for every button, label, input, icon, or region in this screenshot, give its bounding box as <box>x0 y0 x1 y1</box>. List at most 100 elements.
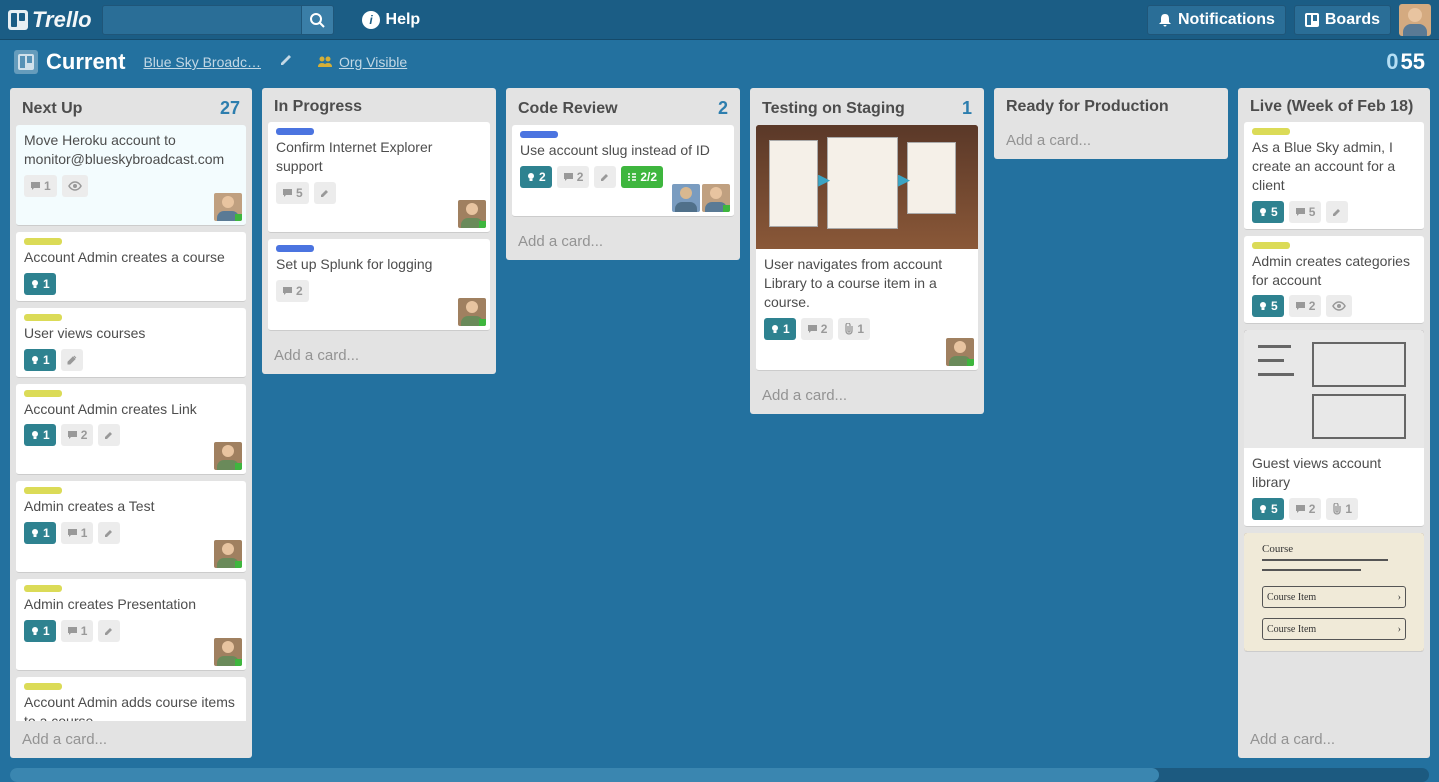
label-yellow <box>24 238 62 245</box>
list-header[interactable]: Live (Week of Feb 18) <box>1238 88 1430 122</box>
bulb-icon <box>30 528 40 538</box>
member-avatar[interactable] <box>672 184 700 212</box>
card[interactable]: Set up Splunk for logging 2 <box>268 239 490 331</box>
help-link[interactable]: i Help <box>362 11 421 29</box>
list-header[interactable]: Code Review 2 <box>506 88 740 125</box>
card-title: Use account slug instead of ID <box>520 141 726 160</box>
comment-badge: 1 <box>61 620 94 642</box>
boards-button[interactable]: Boards <box>1294 5 1391 35</box>
bulb-icon <box>1258 301 1268 311</box>
card[interactable]: Account Admin creates a course 1 <box>16 232 246 302</box>
list-title: Ready for Production <box>1006 98 1169 116</box>
card-title: Account Admin creates Link <box>24 400 238 419</box>
card[interactable]: Confirm Internet Explorer support 5 <box>268 122 490 233</box>
list-cards: User navigates from account Library to a… <box>750 125 984 377</box>
list-title: In Progress <box>274 98 362 116</box>
member-avatar[interactable] <box>458 298 486 326</box>
visibility-button[interactable]: Org Visible <box>317 54 407 70</box>
comment-icon <box>67 626 78 636</box>
member-avatar[interactable] <box>214 442 242 470</box>
edit-badge <box>1326 201 1348 223</box>
card[interactable]: Move Heroku account to monitor@blueskybr… <box>16 125 246 226</box>
org-link[interactable]: Blue Sky Broadc… <box>143 54 261 70</box>
pencil-icon <box>1332 207 1342 217</box>
card[interactable]: User navigates from account Library to a… <box>756 125 978 371</box>
card[interactable]: Admin creates Presentation 1 1 <box>16 579 246 671</box>
list-count: 27 <box>220 98 240 119</box>
user-avatar[interactable] <box>1399 4 1431 36</box>
pencil-icon <box>320 188 330 198</box>
logo-text: Trello <box>32 7 92 33</box>
comment-badge: 1 <box>61 522 94 544</box>
scrollbar-thumb[interactable] <box>10 768 1159 782</box>
label-yellow <box>1252 128 1290 135</box>
watch-badge <box>1326 295 1352 317</box>
add-card-button[interactable]: Add a card... <box>994 122 1228 159</box>
card[interactable]: As a Blue Sky admin, I create an account… <box>1244 122 1424 230</box>
member-avatar[interactable] <box>458 200 486 228</box>
card-title: Guest views account library <box>1252 454 1416 492</box>
notifications-button[interactable]: Notifications <box>1147 5 1286 35</box>
label-yellow <box>24 487 62 494</box>
edit-badge <box>98 522 120 544</box>
checklist-badge: 2/2 <box>621 166 663 188</box>
bulb-icon <box>1258 207 1268 217</box>
member-avatar[interactable] <box>946 338 974 366</box>
card[interactable]: Account Admin adds course items to a cou… <box>16 677 246 721</box>
comment-badge: 2 <box>276 280 309 302</box>
member-avatar[interactable] <box>214 193 242 221</box>
board-header: Current Blue Sky Broadc… Org Visible 055 <box>0 40 1439 84</box>
member-avatar[interactable] <box>702 184 730 212</box>
edit-board-button[interactable] <box>279 53 293 72</box>
edit-badge <box>594 166 616 188</box>
vote-badge: 1 <box>24 522 56 544</box>
trello-logo[interactable]: Trello <box>8 7 92 33</box>
search-icon <box>309 12 325 28</box>
add-card-button[interactable]: Add a card... <box>10 721 252 758</box>
card-title: As a Blue Sky admin, I create an account… <box>1252 138 1416 195</box>
card[interactable]: Admin creates categories for account 5 2 <box>1244 236 1424 325</box>
horizontal-scrollbar[interactable] <box>10 768 1429 782</box>
list-cards: Move Heroku account to monitor@blueskybr… <box>10 125 252 721</box>
board-title[interactable]: Current <box>46 49 125 75</box>
count-total: 55 <box>1401 49 1425 74</box>
list-count: 1 <box>962 98 972 119</box>
card[interactable]: Guest views account library 5 2 1 <box>1244 330 1424 527</box>
add-card-button[interactable]: Add a card... <box>262 337 496 374</box>
bulb-icon <box>30 279 40 289</box>
boards-label: Boards <box>1325 11 1380 29</box>
comment-badge: 5 <box>1289 201 1322 223</box>
add-card-button[interactable]: Add a card... <box>750 377 984 414</box>
member-avatar[interactable] <box>214 540 242 568</box>
comment-badge: 2 <box>557 166 590 188</box>
label-yellow <box>24 314 62 321</box>
paperclip-icon <box>844 323 854 335</box>
list-header[interactable]: Ready for Production <box>994 88 1228 122</box>
add-card-button[interactable]: Add a card... <box>506 223 740 260</box>
member-avatar[interactable] <box>214 638 242 666</box>
list-cards: Confirm Internet Explorer support 5 Set … <box>262 122 496 337</box>
board-header-icon[interactable] <box>14 50 38 74</box>
card[interactable]: Admin creates a Test 1 1 <box>16 481 246 573</box>
card-title: Admin creates categories for account <box>1252 252 1416 290</box>
card[interactable]: Account Admin creates Link 1 2 <box>16 384 246 476</box>
label-yellow <box>24 585 62 592</box>
list-header[interactable]: Next Up 27 <box>10 88 252 125</box>
comment-icon <box>282 286 293 296</box>
list-cards: Use account slug instead of ID 2 2 2/2 <box>506 125 740 223</box>
card[interactable]: Course Course Item› Course Item› <box>1244 533 1424 652</box>
list-ready: Ready for Production Add a card... <box>994 88 1228 159</box>
board-canvas: Next Up 27 Move Heroku account to monito… <box>0 84 1439 768</box>
search-button[interactable] <box>302 5 334 35</box>
comment-icon <box>1295 207 1306 217</box>
list-header[interactable]: Testing on Staging 1 <box>750 88 984 125</box>
people-icon <box>317 56 333 68</box>
search-input[interactable] <box>102 5 302 35</box>
comment-icon <box>67 528 78 538</box>
bulb-icon <box>30 355 40 365</box>
card[interactable]: User views courses 1 <box>16 308 246 378</box>
add-card-button[interactable]: Add a card... <box>1238 721 1430 758</box>
list-header[interactable]: In Progress <box>262 88 496 122</box>
info-icon: i <box>362 11 380 29</box>
card[interactable]: Use account slug instead of ID 2 2 2/2 <box>512 125 734 217</box>
